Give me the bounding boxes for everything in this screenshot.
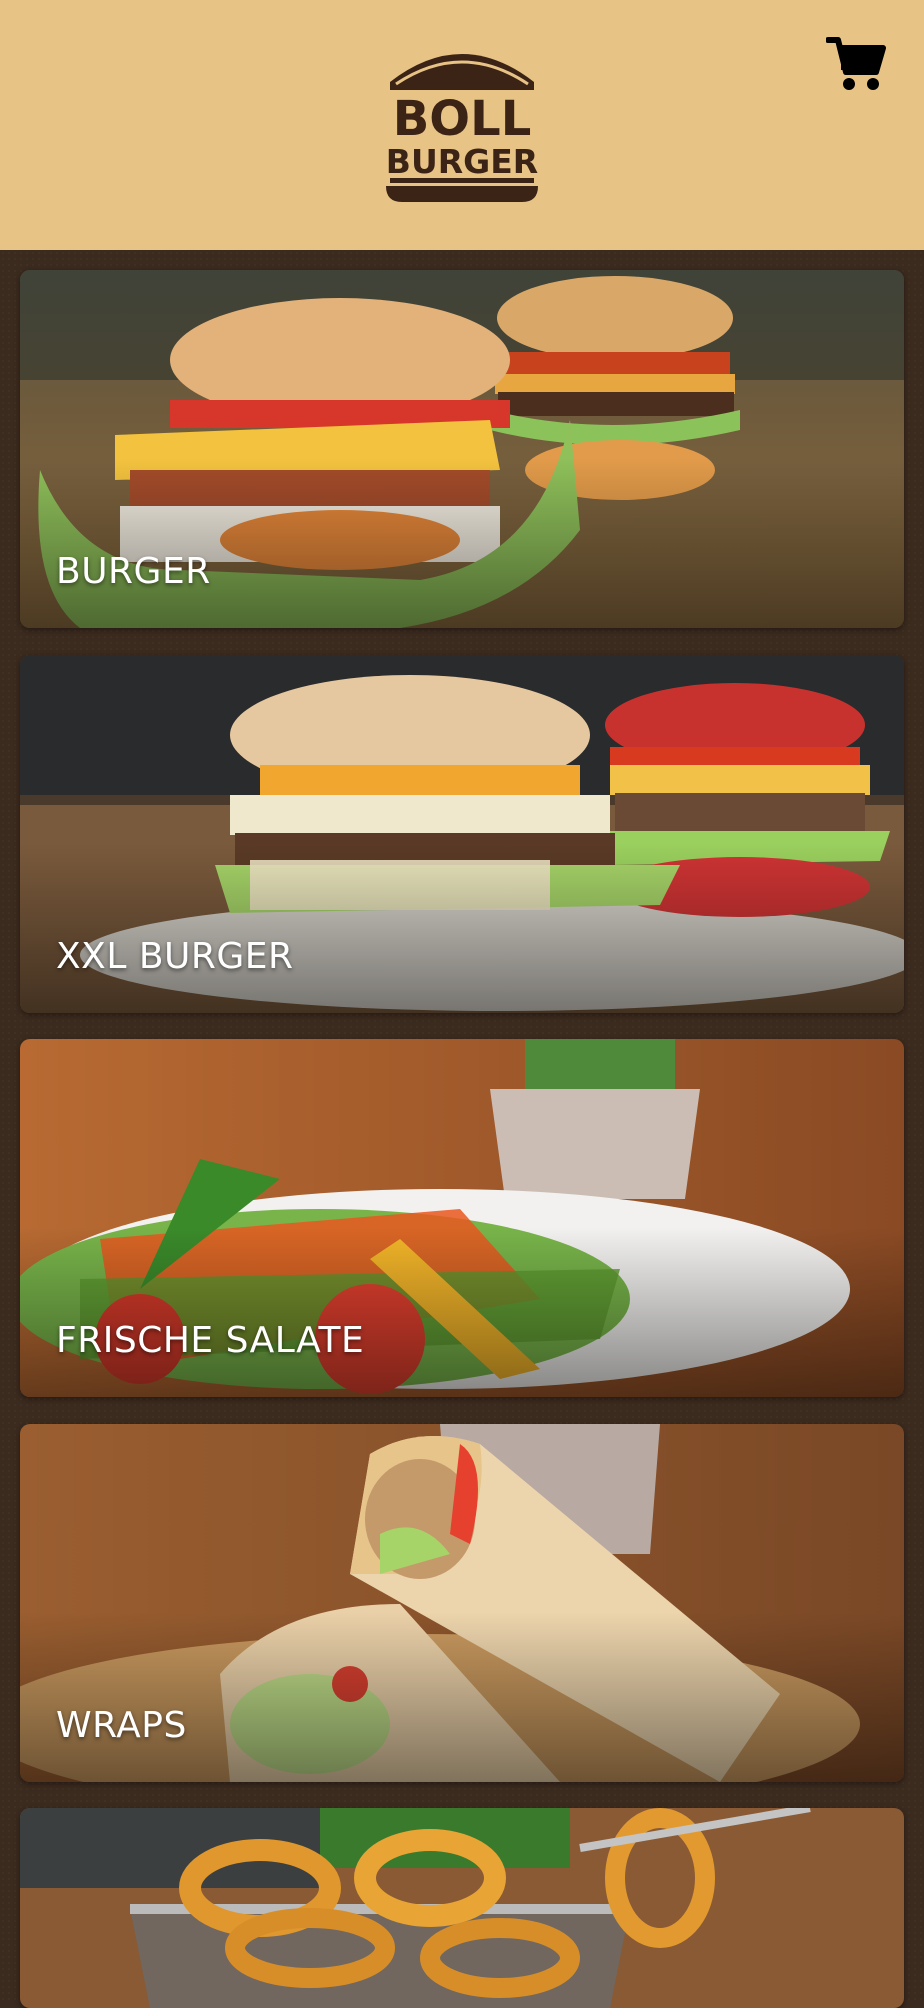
onion-rings-photo bbox=[20, 1808, 904, 2008]
category-label: FRISCHE SALATE bbox=[56, 1320, 365, 1361]
category-card-xxl-burger[interactable]: XXL BURGER bbox=[20, 655, 904, 1013]
boll-burger-logo[interactable]: BOLL BURGER bbox=[382, 36, 542, 204]
category-card-burger[interactable]: BURGER bbox=[20, 270, 904, 628]
card-shade bbox=[20, 1612, 904, 1782]
card-shade bbox=[20, 843, 904, 1013]
category-card-onion-rings[interactable] bbox=[20, 1808, 904, 2008]
logo-text-line1: BOLL bbox=[393, 91, 532, 147]
logo-graphic: BOLL BURGER bbox=[386, 54, 538, 202]
category-card-frische-salate[interactable]: FRISCHE SALATE bbox=[20, 1039, 904, 1397]
category-label: BURGER bbox=[56, 551, 211, 592]
card-shade bbox=[20, 1227, 904, 1397]
app-header: BOLL BURGER bbox=[0, 0, 924, 250]
logo-text-line2: BURGER bbox=[386, 142, 538, 181]
category-card-wraps[interactable]: WRAPS bbox=[20, 1424, 904, 1782]
category-label: WRAPS bbox=[56, 1705, 187, 1746]
card-shade bbox=[20, 458, 904, 628]
shopping-cart-icon bbox=[826, 37, 886, 90]
category-list: BURGER XXL BURGER FRISCHE SALATE WRAPS bbox=[0, 250, 924, 2008]
category-label: XXL BURGER bbox=[56, 936, 294, 977]
cart-button[interactable] bbox=[826, 34, 886, 94]
